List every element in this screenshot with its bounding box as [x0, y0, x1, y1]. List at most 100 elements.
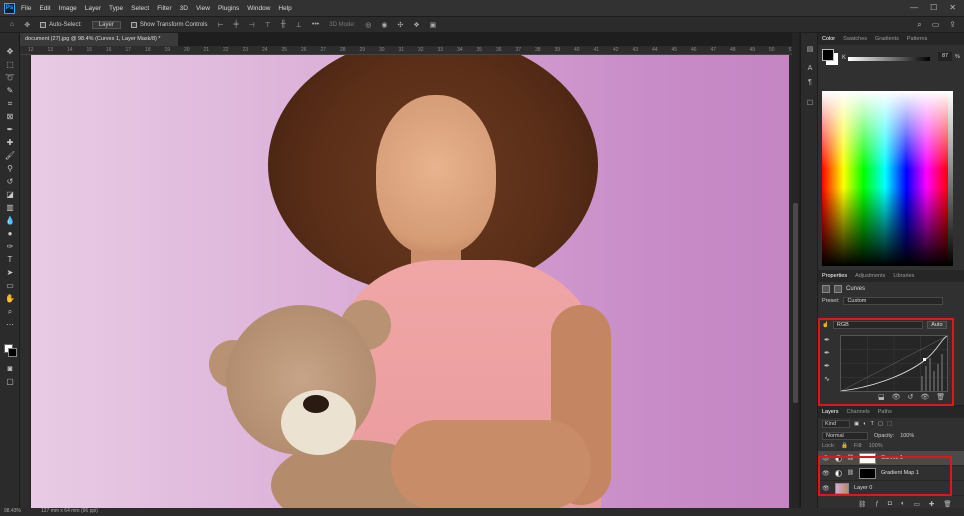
blend-mode-dropdown[interactable]: Normal	[822, 431, 868, 440]
align-left-icon[interactable]: ⊢	[218, 21, 224, 29]
brush-tool-icon[interactable]: 🖌	[4, 150, 16, 161]
3d-roll-icon[interactable]: ◉	[381, 21, 387, 29]
scrollbar-thumb[interactable]	[793, 203, 798, 403]
filter-smart-object-icon[interactable]: ⬚	[887, 421, 892, 427]
tab-adjustments[interactable]: Adjustments	[851, 273, 889, 279]
lasso-tool-icon[interactable]: ➰	[4, 72, 16, 83]
preset-dropdown[interactable]: Custom	[843, 297, 944, 305]
document-image[interactable]	[31, 55, 789, 508]
history-panel-icon[interactable]: ▤	[805, 45, 815, 55]
3d-rotate-icon[interactable]: ◎	[365, 21, 371, 29]
quick-selection-tool-icon[interactable]: ✎	[4, 85, 16, 96]
tab-gradients[interactable]: Gradients	[871, 36, 903, 42]
menu-image[interactable]: Image	[59, 5, 77, 12]
minimize-icon[interactable]: —	[910, 3, 918, 12]
3d-pan-icon[interactable]: ✣	[397, 21, 403, 29]
filter-pixel-icon[interactable]: ▣	[854, 421, 859, 427]
color-spectrum[interactable]	[822, 91, 948, 266]
canvas-area[interactable]	[29, 55, 792, 508]
eyedropper-tool-icon[interactable]: ✒	[4, 124, 16, 135]
link-layers-icon[interactable]: ⛓	[858, 500, 866, 508]
canvas-scrollbar[interactable]	[792, 33, 799, 508]
menu-help[interactable]: Help	[278, 5, 291, 12]
gradient-tool-icon[interactable]: ▥	[4, 202, 16, 213]
type-tool-icon[interactable]: T	[4, 254, 16, 265]
info-panel-icon[interactable]: ☐	[805, 99, 815, 109]
menu-window[interactable]: Window	[247, 5, 270, 12]
layer-mask-icon[interactable]	[834, 285, 842, 293]
tab-layers[interactable]: Layers	[818, 409, 843, 415]
menu-view[interactable]: View	[196, 5, 210, 12]
foreground-color-swatch[interactable]	[822, 49, 834, 61]
new-group-icon[interactable]: ▭	[914, 500, 920, 508]
crop-tool-icon[interactable]: ⌗	[4, 98, 16, 109]
rectangle-tool-icon[interactable]: ▭	[4, 280, 16, 291]
clone-stamp-tool-icon[interactable]: ⚲	[4, 163, 16, 174]
screen-mode-icon[interactable]: ▢	[4, 376, 16, 387]
paragraph-panel-icon[interactable]: ¶	[805, 79, 815, 89]
transform-controls-option[interactable]: Show Transform Controls	[130, 21, 208, 28]
tab-color[interactable]: Color	[818, 36, 839, 42]
tab-channels[interactable]: Channels	[843, 409, 874, 415]
opacity-value[interactable]: 100%	[900, 433, 914, 439]
menu-layer[interactable]: Layer	[85, 5, 101, 12]
auto-select-option[interactable]: Auto-Select:	[40, 21, 82, 28]
tab-libraries[interactable]: Libraries	[889, 273, 918, 279]
tab-properties[interactable]: Properties	[818, 273, 851, 279]
menu-edit[interactable]: Edit	[39, 5, 50, 12]
quick-mask-icon[interactable]: ◙	[4, 363, 16, 374]
marquee-tool-icon[interactable]: ⬚	[4, 59, 16, 70]
move-tool-icon[interactable]: ✥	[4, 46, 16, 57]
transform-controls-checkbox[interactable]	[130, 21, 137, 28]
align-center-icon[interactable]: ╪	[234, 21, 239, 28]
background-color-swatch[interactable]	[8, 348, 17, 357]
menu-filter[interactable]: Filter	[157, 5, 171, 12]
hand-tool-icon[interactable]: ✋	[4, 293, 16, 304]
fill-value[interactable]: 100%	[869, 443, 883, 449]
tab-patterns[interactable]: Patterns	[903, 36, 931, 42]
k-value-field[interactable]: 87	[938, 52, 952, 61]
trash-icon[interactable]: 🗑	[943, 500, 951, 508]
add-mask-icon[interactable]: ◘	[888, 500, 892, 508]
filter-adjustment-icon[interactable]: ◐	[863, 421, 866, 427]
home-icon[interactable]: ⌂	[10, 21, 14, 28]
path-selection-tool-icon[interactable]: ➤	[4, 267, 16, 278]
auto-select-checkbox[interactable]	[40, 21, 47, 28]
lock-icon[interactable]: 🔒	[841, 443, 848, 449]
document-tab[interactable]: document (27).jpg @ 98.4% (Curves 1, Lay…	[20, 33, 178, 46]
fx-icon[interactable]: ƒ	[875, 500, 879, 508]
filter-shape-icon[interactable]: ▢	[878, 421, 883, 427]
pen-tool-icon[interactable]: ✑	[4, 241, 16, 252]
menu-plugins[interactable]: Plugins	[218, 5, 239, 12]
maximize-icon[interactable]: ☐	[930, 3, 937, 12]
align-top-icon[interactable]: ⊤	[265, 21, 271, 29]
tab-paths[interactable]: Paths	[874, 409, 896, 415]
filter-kind-dropdown[interactable]: Kind	[822, 420, 850, 428]
3d-scale-icon[interactable]: ▣	[430, 21, 437, 29]
dodge-tool-icon[interactable]: ●	[4, 228, 16, 239]
align-bottom-icon[interactable]: ⊥	[296, 21, 302, 29]
align-right-icon[interactable]: ⊣	[249, 21, 255, 29]
menu-3d[interactable]: 3D	[180, 5, 188, 12]
k-slider[interactable]	[848, 57, 930, 61]
healing-brush-tool-icon[interactable]: ✚	[4, 137, 16, 148]
frame-tool-icon[interactable]: ⊠	[4, 111, 16, 122]
close-icon[interactable]: ✕	[949, 3, 956, 12]
new-layer-icon[interactable]: ✚	[929, 500, 934, 508]
share-icon[interactable]: ⇪	[949, 20, 956, 30]
eraser-tool-icon[interactable]: ◪	[4, 189, 16, 200]
move-tool-icon[interactable]: ✥	[24, 21, 30, 29]
filter-type-icon[interactable]: T	[871, 421, 874, 427]
menu-file[interactable]: File	[21, 5, 31, 12]
auto-select-dropdown[interactable]: Layer	[91, 20, 121, 29]
align-middle-icon[interactable]: ╫	[281, 21, 286, 28]
more-options-icon[interactable]: •••	[312, 21, 319, 28]
search-icon[interactable]: ⌕	[917, 20, 921, 30]
zoom-level[interactable]: 98.43%	[4, 508, 21, 516]
zoom-tool-icon[interactable]: ⌕	[4, 306, 16, 317]
blur-tool-icon[interactable]: 💧	[4, 215, 16, 226]
history-brush-tool-icon[interactable]: ↺	[4, 176, 16, 187]
more-tools-icon[interactable]: ⋯	[4, 319, 16, 330]
grayscale-ramp[interactable]	[948, 91, 953, 266]
3d-slide-icon[interactable]: ❖	[413, 21, 419, 29]
